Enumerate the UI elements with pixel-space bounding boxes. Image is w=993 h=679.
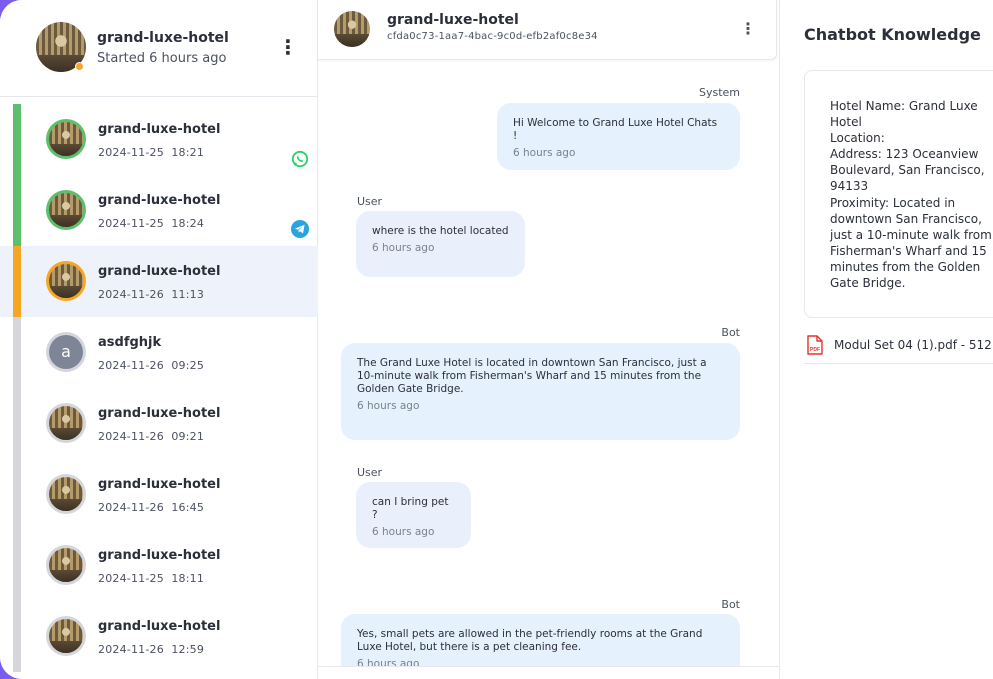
knowledge-file-name: Modul Set 04 (1).pdf - 512	[834, 337, 992, 352]
conversation-name: grand-luxe-hotel	[98, 477, 221, 492]
conversation-avatar	[46, 403, 86, 443]
message-bubble-user: can I bring pet ? 6 hours ago	[356, 482, 471, 548]
conversation-status-bar	[13, 317, 21, 388]
message-text: The Grand Luxe Hotel is located in downt…	[357, 357, 707, 395]
conversation-status-bar	[13, 530, 21, 601]
chat-panel: grand-luxe-hotel cfda0c73-1aa7-4bac-9c0d…	[318, 0, 779, 679]
conversation-date: 2024-11-26 11:13	[98, 288, 205, 301]
conversation-item[interactable]: grand-luxe-hotel 2024-11-26 12:59	[0, 601, 318, 672]
conversation-name: asdfghjk	[98, 335, 162, 350]
message-bubble-system: Hi Welcome to Grand Luxe Hotel Chats ! 6…	[497, 103, 740, 170]
conversation-date: 2024-11-25 18:11	[98, 572, 205, 585]
chat-session-id: cfda0c73-1aa7-4bac-9c0d-efb2af0c8e34	[387, 31, 598, 42]
conversation-item-active[interactable]: grand-luxe-hotel 2024-11-26 11:13	[0, 246, 318, 317]
conversation-item[interactable]: grand-luxe-hotel 2024-11-25 18:24	[0, 175, 318, 246]
conversation-list: grand-luxe-hotel 2024-11-25 18:21 grand-…	[0, 104, 318, 672]
pdf-file-icon: PDF	[807, 334, 823, 355]
knowledge-panel: Chatbot Knowledge Hotel Name: Grand Luxe…	[779, 0, 993, 679]
chat-avatar	[334, 11, 370, 47]
conversation-avatar	[46, 190, 86, 230]
message-time: 6 hours ago	[372, 526, 435, 538]
message-bubble-bot: The Grand Luxe Hotel is located in downt…	[341, 343, 740, 440]
message-sender: Bot	[721, 326, 740, 339]
message-time: 6 hours ago	[357, 658, 420, 666]
conversation-name: grand-luxe-hotel	[98, 619, 221, 634]
conversation-name: grand-luxe-hotel	[98, 548, 221, 563]
knowledge-file[interactable]: PDF Modul Set 04 (1).pdf - 512	[804, 326, 993, 364]
conversation-avatar	[46, 119, 86, 159]
conversation-item[interactable]: grand-luxe-hotel 2024-11-26 09:21	[0, 388, 318, 459]
svg-text:PDF: PDF	[810, 347, 820, 353]
message-time: 6 hours ago	[372, 242, 435, 254]
conversation-avatar	[46, 474, 86, 514]
chat-more-options-icon[interactable]: ⋮	[740, 21, 756, 37]
conversation-status-bar	[13, 601, 21, 672]
message-text: where is the hotel located	[372, 225, 509, 237]
conversation-avatar	[46, 616, 86, 656]
conversation-status-bar	[13, 175, 21, 246]
more-options-icon[interactable]: ⋮	[278, 37, 298, 57]
conversation-item[interactable]: grand-luxe-hotel 2024-11-25 18:11	[0, 530, 318, 601]
conversation-avatar	[46, 261, 86, 301]
status-dot	[75, 62, 84, 71]
conversation-name: grand-luxe-hotel	[98, 193, 221, 208]
conversation-avatar	[46, 545, 86, 585]
letter-avatar: a	[49, 335, 83, 369]
conversation-item[interactable]: grand-luxe-hotel 2024-11-26 16:45	[0, 459, 318, 530]
chat-header: grand-luxe-hotel cfda0c73-1aa7-4bac-9c0d…	[318, 0, 777, 60]
message-sender: User	[357, 195, 383, 208]
app-window: grand-luxe-hotel Started 6 hours ago ⋮ g…	[0, 0, 993, 679]
conversation-date: 2024-11-26 16:45	[98, 501, 205, 514]
sidebar-header: grand-luxe-hotel Started 6 hours ago ⋮	[0, 0, 318, 97]
message-bubble-user: where is the hotel located 6 hours ago	[356, 211, 525, 277]
message-sender: System	[698, 86, 740, 99]
message-sender: Bot	[721, 598, 740, 611]
conversation-item[interactable]: a asdfghjk 2024-11-26 09:25	[0, 317, 318, 388]
conversation-avatar: a	[46, 332, 86, 372]
message-text: Yes, small pets are allowed in the pet-f…	[357, 628, 703, 653]
conversation-date: 2024-11-25 18:24	[98, 217, 205, 230]
message-text: Hi Welcome to Grand Luxe Hotel Chats !	[513, 117, 718, 142]
message-list[interactable]: System Hi Welcome to Grand Luxe Hotel Ch…	[318, 61, 779, 666]
knowledge-title: Chatbot Knowledge	[804, 25, 981, 44]
conversation-name: grand-luxe-hotel	[98, 122, 221, 137]
message-time: 6 hours ago	[357, 400, 420, 412]
conversation-status-bar	[13, 388, 21, 459]
knowledge-text: Hotel Name: Grand Luxe Hotel Location: A…	[830, 99, 992, 291]
conversation-name: grand-luxe-hotel	[98, 406, 221, 421]
message-bubble-bot: Yes, small pets are allowed in the pet-f…	[341, 614, 740, 666]
conversation-date: 2024-11-26 09:25	[98, 359, 205, 372]
conversation-sidebar: grand-luxe-hotel Started 6 hours ago ⋮ g…	[0, 0, 318, 679]
conversation-date: 2024-11-25 18:21	[98, 146, 205, 159]
sidebar-title: grand-luxe-hotel	[97, 30, 229, 46]
conversation-status-bar	[13, 246, 21, 317]
message-text: can I bring pet ?	[372, 496, 449, 521]
conversation-date: 2024-11-26 12:59	[98, 643, 205, 656]
conversation-status-bar	[13, 459, 21, 530]
chat-footer	[318, 666, 779, 679]
chat-title: grand-luxe-hotel	[387, 12, 519, 28]
message-time: 6 hours ago	[513, 147, 576, 159]
conversation-status-bar	[13, 104, 21, 175]
telegram-icon	[291, 220, 309, 238]
conversation-date: 2024-11-26 09:21	[98, 430, 205, 443]
knowledge-card[interactable]: Hotel Name: Grand Luxe Hotel Location: A…	[804, 70, 993, 318]
message-sender: User	[357, 466, 383, 479]
whatsapp-icon	[291, 150, 309, 168]
conversation-item[interactable]: grand-luxe-hotel 2024-11-25 18:21	[0, 104, 318, 175]
sidebar-subtitle: Started 6 hours ago	[97, 51, 227, 66]
conversation-name: grand-luxe-hotel	[98, 264, 221, 279]
